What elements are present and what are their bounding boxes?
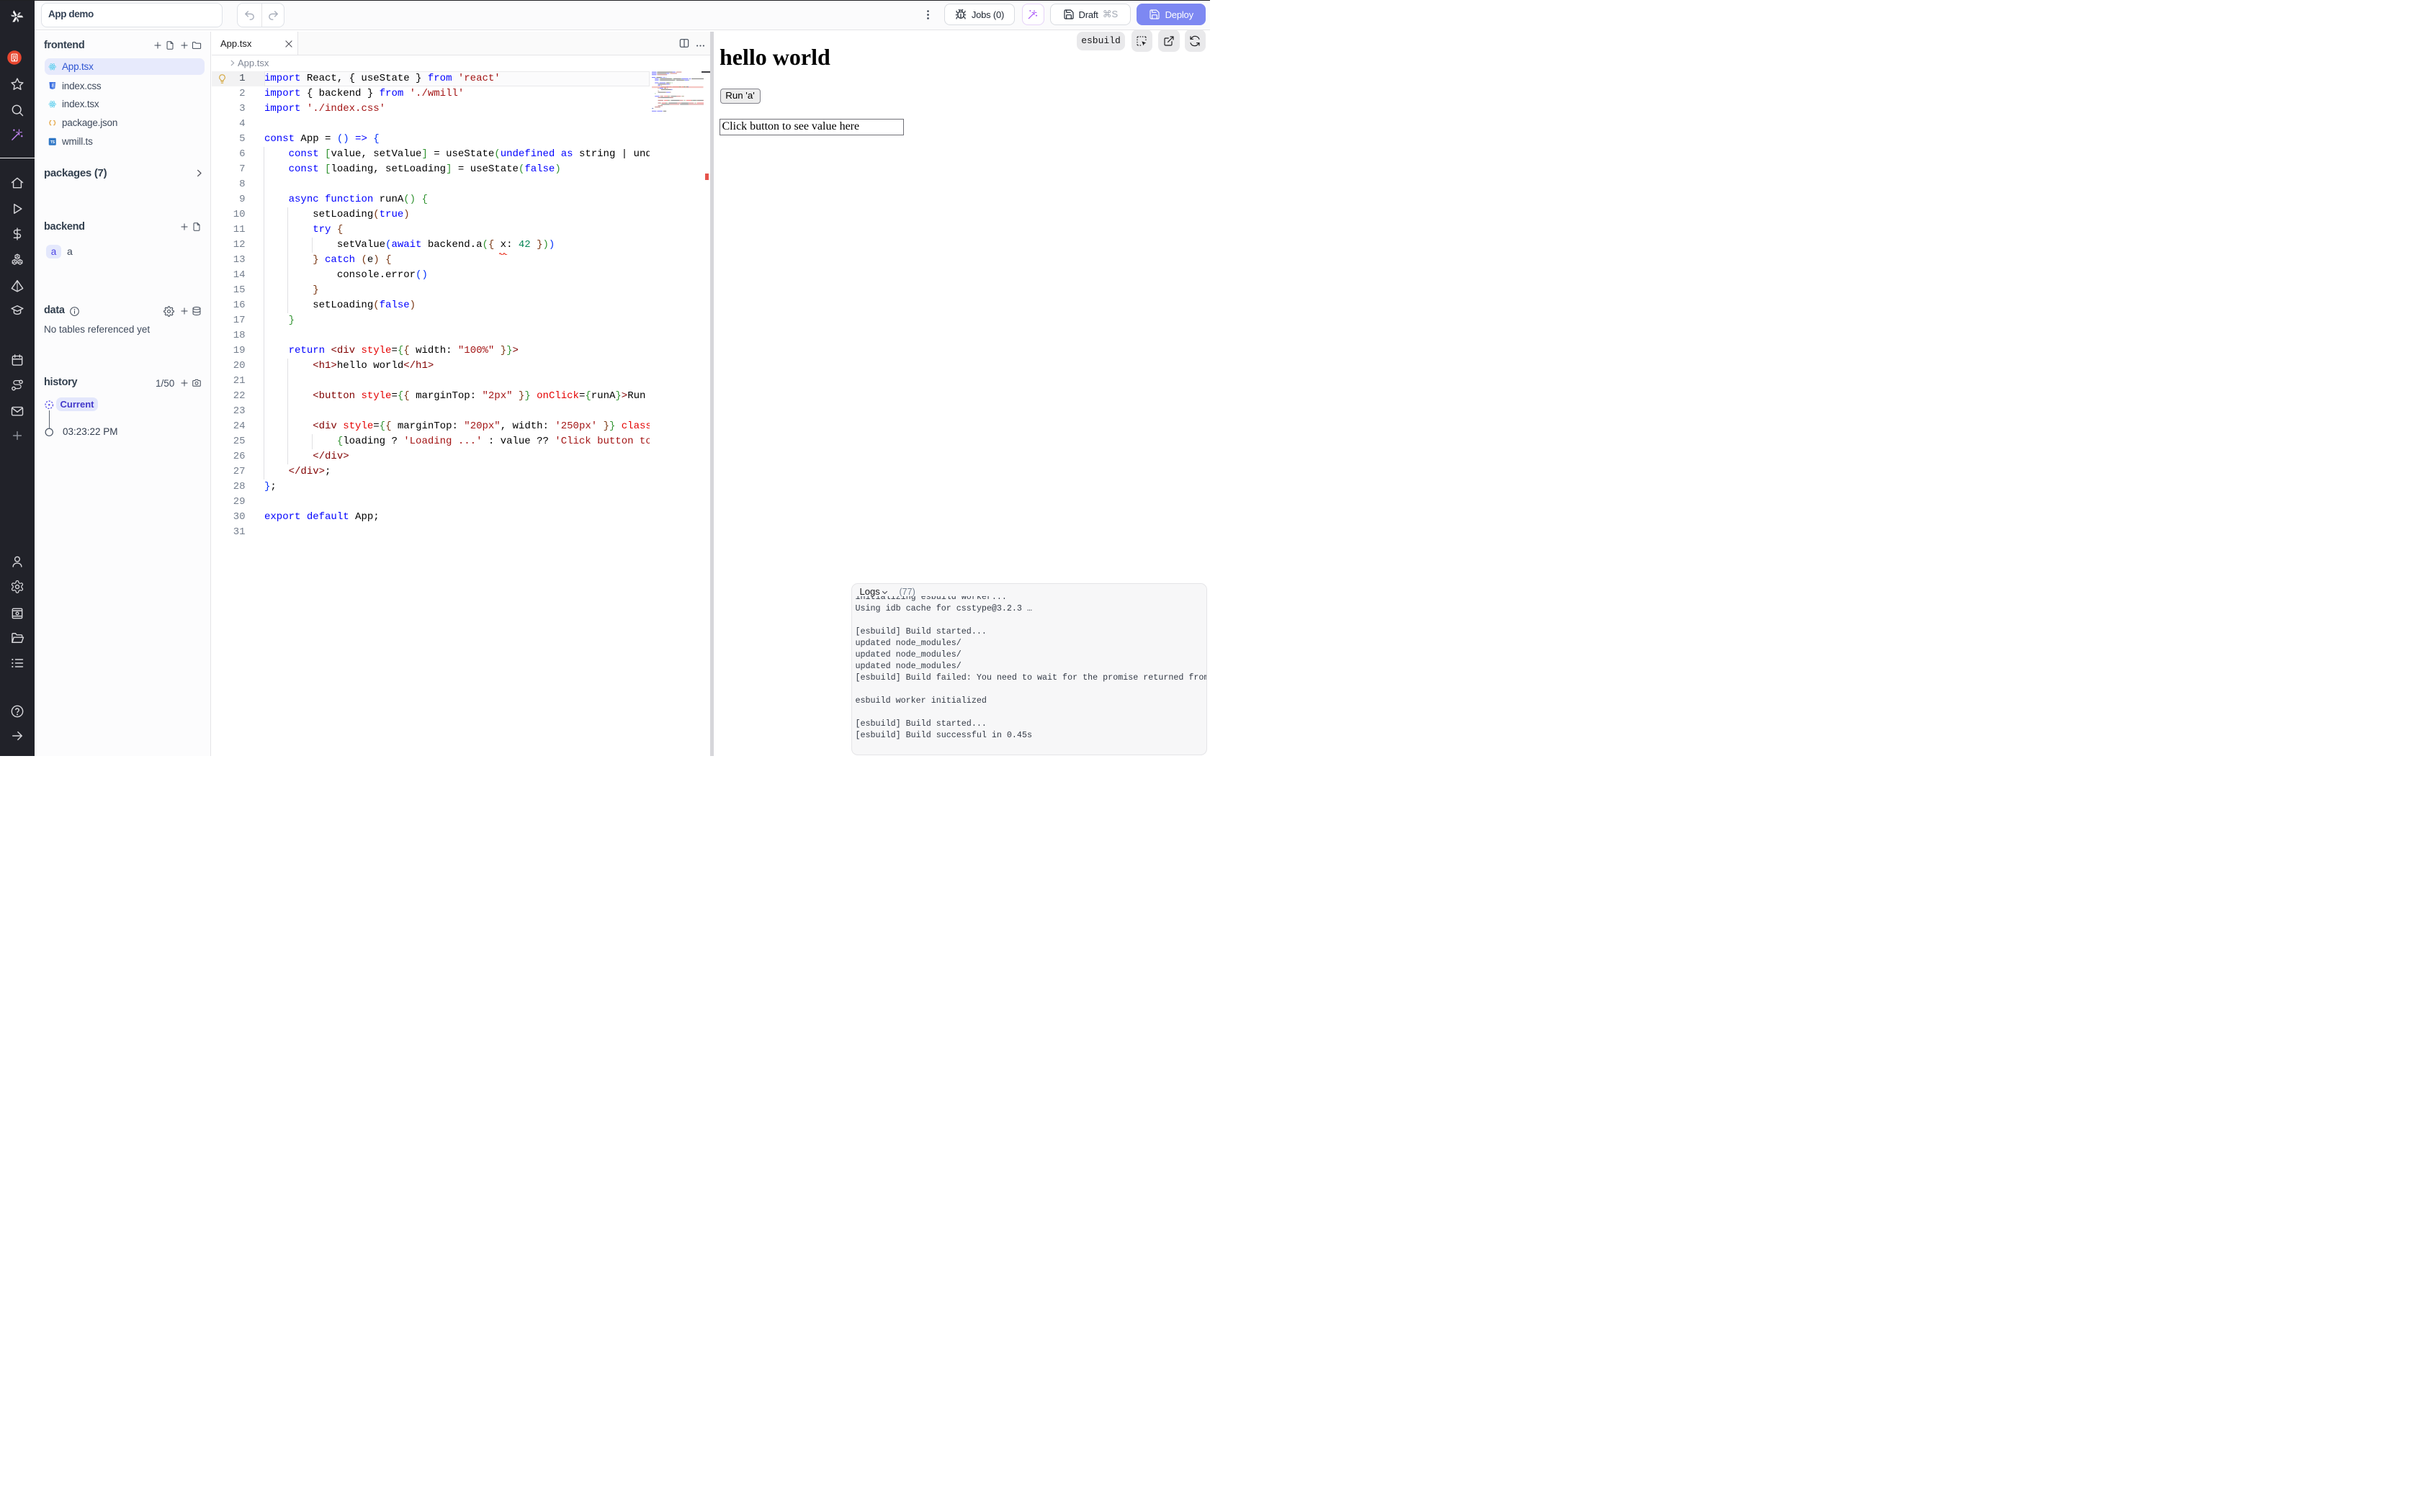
svg-text:3: 3 xyxy=(51,84,53,89)
svg-text:TS: TS xyxy=(50,140,55,145)
